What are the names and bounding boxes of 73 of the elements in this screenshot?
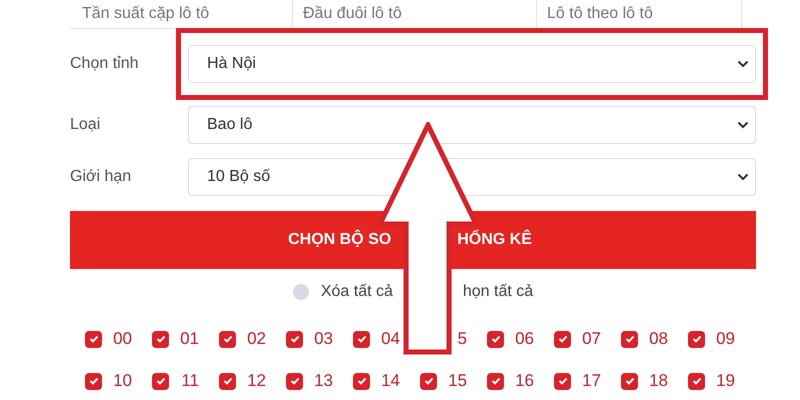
checkbox[interactable] [286, 330, 303, 348]
checkmark-icon [692, 377, 702, 385]
number-label[interactable]: 06 [515, 329, 534, 349]
checkmark-icon [88, 335, 98, 343]
number-label[interactable]: 02 [247, 329, 266, 349]
tab[interactable]: Tần suất cặp lô tô [70, 0, 293, 28]
checkmark-icon [624, 335, 634, 343]
number-label[interactable]: 19 [716, 371, 735, 391]
checkmark-icon [624, 377, 634, 385]
checkmark-icon [290, 377, 300, 385]
checkmark-icon [356, 335, 366, 343]
tab[interactable]: Lô tô theo lô tô [537, 0, 742, 28]
number-label[interactable]: 04 [381, 329, 400, 349]
number-label[interactable]: 09 [716, 329, 735, 349]
checkmark-icon [424, 377, 434, 385]
checkbox[interactable] [688, 330, 705, 348]
checkmark-icon [558, 377, 568, 385]
checkbox[interactable] [353, 330, 370, 348]
field-label: Chọn tỉnh [70, 55, 140, 73]
number-label[interactable]: 01 [180, 329, 199, 349]
field-label: Giới hạn [70, 168, 132, 186]
checkbox[interactable] [219, 330, 236, 348]
chevron-icon [737, 121, 749, 129]
checkmark-icon [356, 377, 366, 385]
checkbox[interactable] [85, 330, 102, 348]
tab[interactable]: Đầu đuôi lô tô [293, 0, 537, 28]
checkbox[interactable] [152, 330, 169, 348]
number-label[interactable]: 17 [582, 371, 601, 391]
number-label[interactable]: 18 [649, 371, 668, 391]
number-label[interactable]: 07 [582, 329, 601, 349]
radio-label[interactable]: họn tất cả [462, 283, 534, 301]
checkbox[interactable] [152, 372, 169, 390]
number-label[interactable]: 12 [247, 371, 266, 391]
checkbox[interactable] [554, 330, 571, 348]
dropdown-field[interactable]: Bao lô [188, 106, 756, 144]
checkbox[interactable] [286, 372, 303, 390]
field-label: Loại [70, 116, 102, 134]
chevron-icon [737, 60, 749, 68]
radio-button[interactable] [292, 284, 309, 300]
number-label[interactable]: 03 [314, 329, 333, 349]
number-label[interactable]: 10 [113, 371, 132, 391]
checkmark-icon [558, 335, 568, 343]
number-label[interactable]: 16 [515, 371, 534, 391]
checkmark-icon [490, 377, 500, 385]
checkbox[interactable] [353, 372, 370, 390]
number-label[interactable]: 15 [448, 371, 467, 391]
checkmark-icon [156, 335, 166, 343]
checkbox[interactable] [688, 372, 705, 390]
number-label[interactable]: 13 [314, 371, 333, 391]
checkmark-icon [222, 377, 232, 385]
number-label[interactable]: 00 [113, 329, 132, 349]
checkmark-icon [156, 377, 166, 385]
checkmark-icon [88, 377, 98, 385]
number-label[interactable]: 11 [181, 371, 199, 391]
checkbox[interactable] [85, 372, 102, 390]
dropdown-field[interactable]: Hà Nội [188, 45, 756, 83]
number-label[interactable]: 14 [381, 371, 400, 391]
checkbox[interactable] [487, 330, 504, 348]
checkmark-icon [692, 335, 702, 343]
checkbox[interactable] [420, 372, 437, 390]
checkbox[interactable] [621, 330, 638, 348]
checkmark-icon [222, 335, 232, 343]
checkbox[interactable] [487, 372, 504, 390]
checkmark-icon [490, 335, 500, 343]
checkbox[interactable] [621, 372, 638, 390]
number-label[interactable]: 08 [649, 329, 668, 349]
checkbox[interactable] [554, 372, 571, 390]
radio-label[interactable]: Xóa tất cả [320, 283, 393, 301]
chevron-icon [737, 173, 749, 181]
checkbox[interactable] [219, 372, 236, 390]
number-label[interactable]: 5 [458, 329, 467, 349]
submit-button[interactable]: CHỌN BỘ SO HỐNG KÊ [70, 211, 756, 269]
checkmark-icon [290, 335, 300, 343]
